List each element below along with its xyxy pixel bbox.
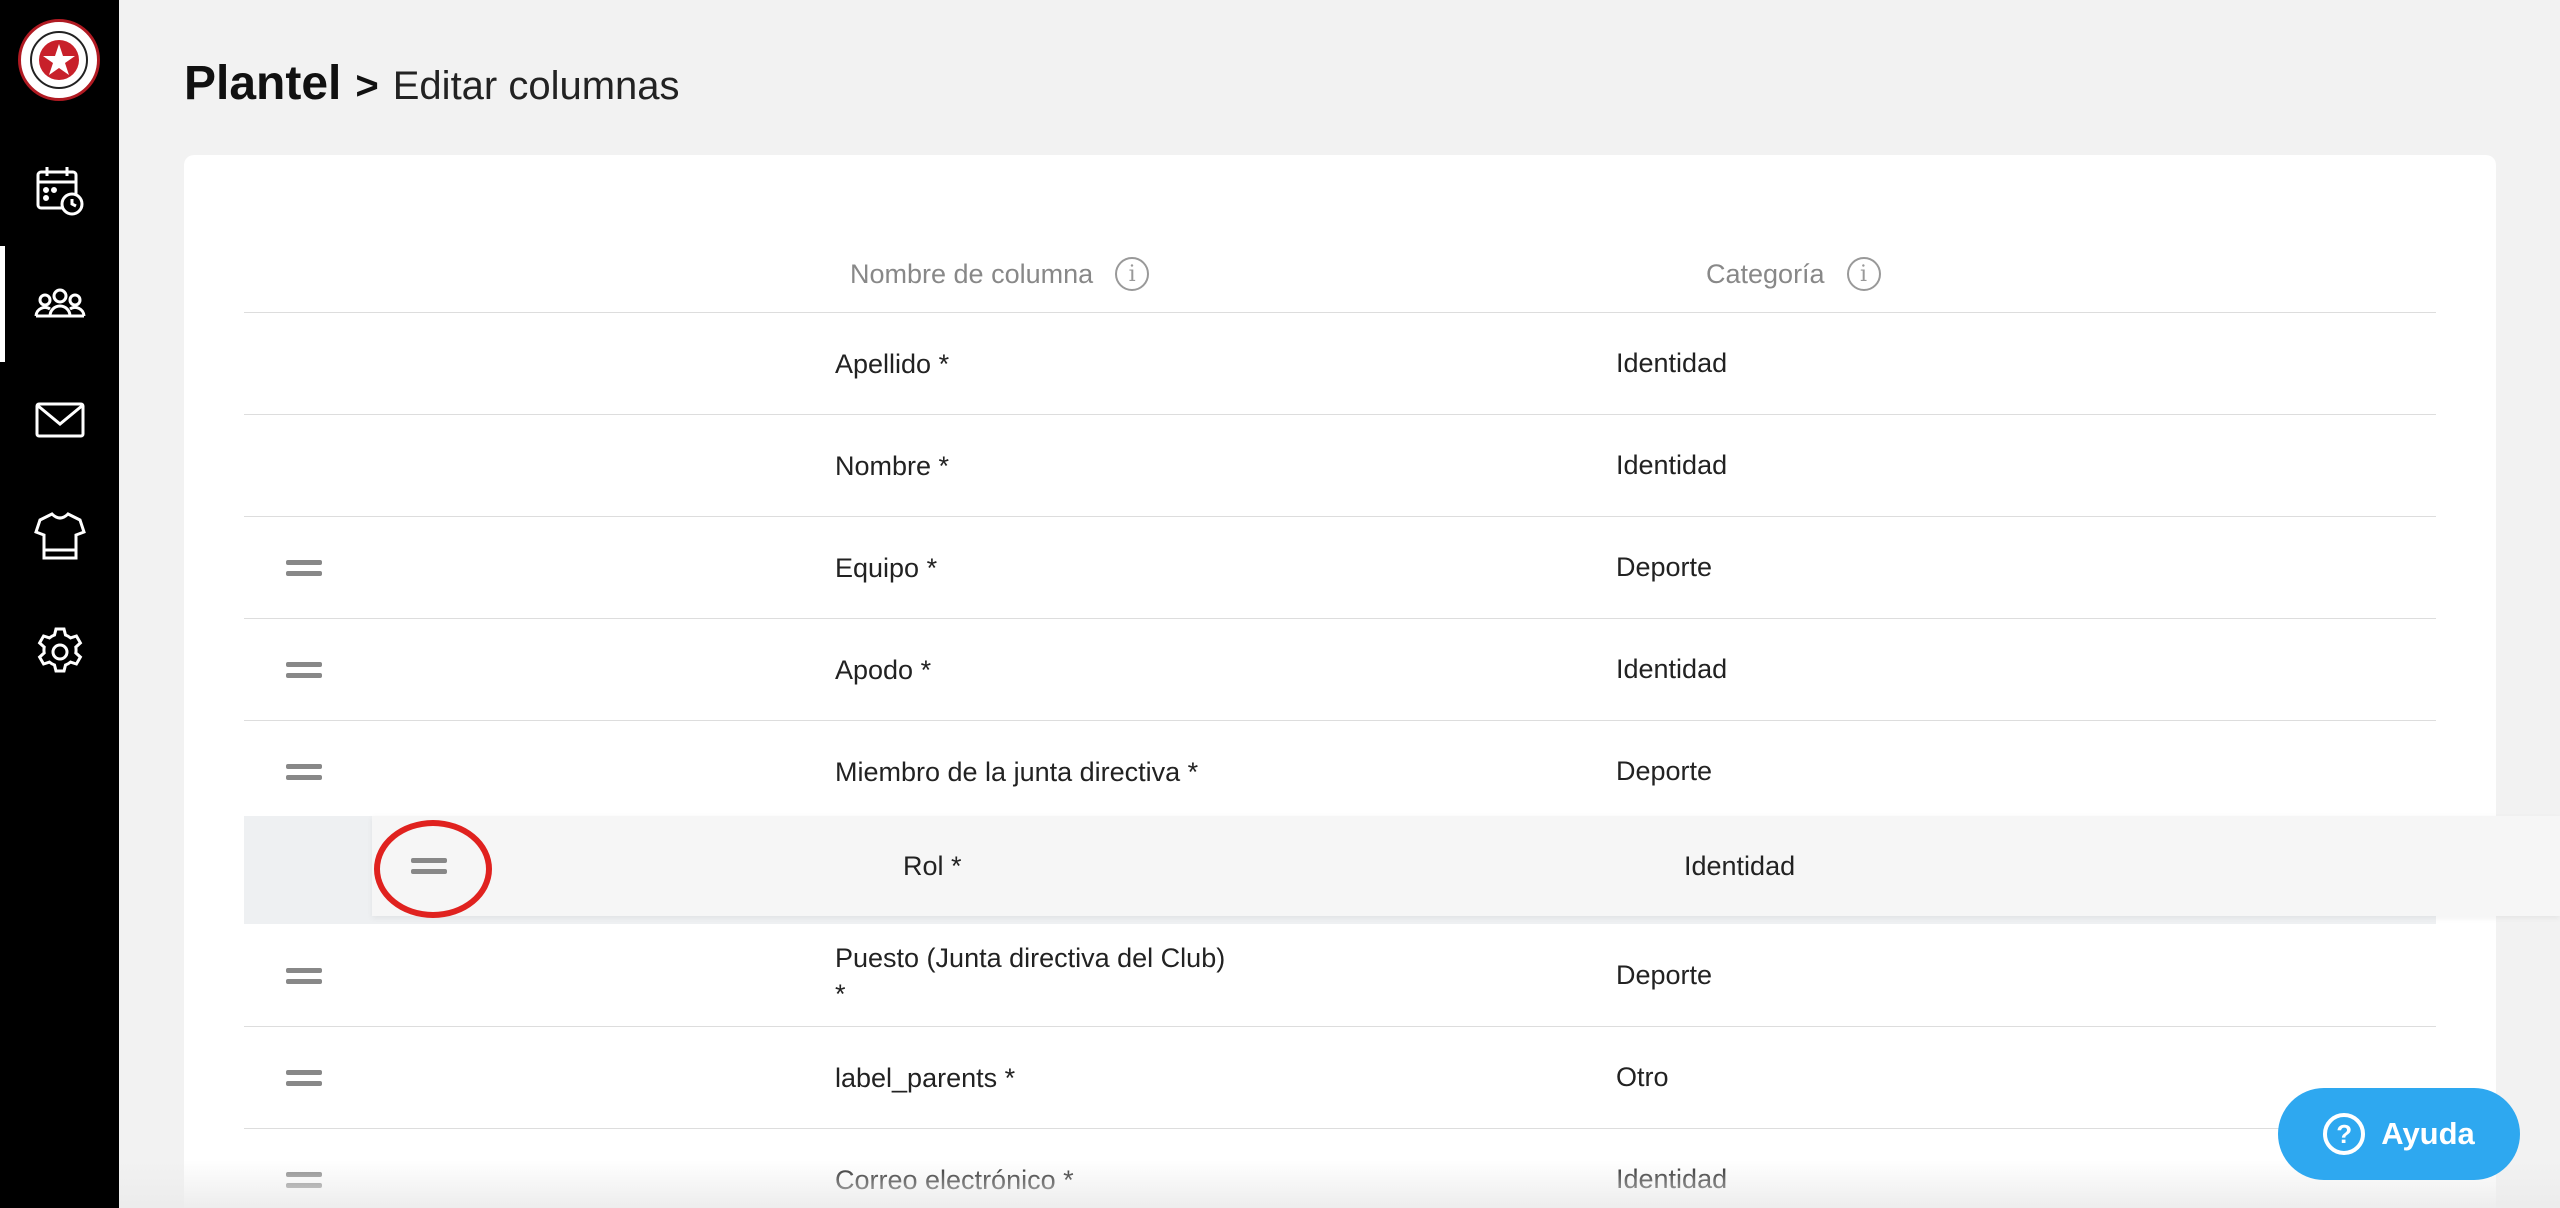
breadcrumb-separator: >	[355, 64, 379, 108]
highlight-ring	[374, 820, 492, 918]
drag-handle-icon[interactable]	[286, 1068, 322, 1088]
nav-settings[interactable]	[0, 594, 119, 710]
column-name: label_parents *	[835, 1062, 1016, 1093]
club-crest-icon	[30, 31, 88, 89]
header-column-name: Nombre de columna i	[850, 235, 1150, 313]
header-category: Categoría i	[1706, 235, 1881, 313]
column-category: Identidad	[1616, 654, 1728, 684]
info-icon[interactable]: i	[1115, 257, 1150, 291]
dragging-row[interactable]: Rol * Identidad	[372, 816, 2560, 916]
column-name: Puesto (Junta directiva del Club) *	[835, 942, 1226, 1009]
calendar-clock-icon	[36, 167, 83, 216]
nav-team[interactable]	[0, 246, 119, 362]
table-row: Miembro de la junta directiva * Deporte	[244, 721, 2436, 823]
table-row: Equipo * Deporte	[244, 517, 2436, 619]
column-category: Identidad	[1616, 1164, 1728, 1194]
column-category: Identidad	[1616, 348, 1728, 378]
columns-card: Nombre de columna i Categoría i Apellido…	[184, 155, 2496, 1208]
column-name: Rol *	[903, 851, 962, 881]
drag-handle-icon[interactable]	[286, 966, 322, 986]
club-logo[interactable]	[18, 19, 100, 101]
column-name: Apodo *	[835, 654, 932, 685]
drag-handle-icon[interactable]	[286, 762, 322, 782]
help-icon: ?	[2323, 1113, 2366, 1155]
table-row: Nombre * Identidad	[244, 415, 2436, 517]
table-row: Puesto (Junta directiva del Club) * Depo…	[244, 925, 2436, 1027]
sidebar	[0, 0, 119, 1208]
column-category: Identidad	[1684, 850, 1796, 881]
gear-icon	[37, 627, 82, 673]
breadcrumb-root[interactable]: Plantel	[184, 56, 341, 111]
column-name: Correo electrónico *	[835, 1164, 1074, 1195]
column-name: Nombre *	[835, 450, 950, 481]
help-button-label: Ayuda	[2381, 1116, 2475, 1151]
info-icon[interactable]: i	[1846, 257, 1881, 291]
column-name: Equipo *	[835, 552, 938, 583]
drag-handle-icon[interactable]	[286, 660, 322, 680]
page-title: Editar columnas	[392, 64, 680, 108]
column-category: Deporte	[1616, 960, 1713, 990]
nav-equipment[interactable]	[0, 478, 119, 594]
column-category: Otro	[1616, 1062, 1669, 1092]
column-name: Apellido *	[835, 348, 950, 379]
drag-handle-icon[interactable]	[286, 558, 322, 578]
nav-calendar[interactable]	[0, 132, 119, 248]
table-row: Apodo * Identidad	[244, 619, 2436, 721]
table-header: Nombre de columna i Categoría i	[244, 235, 2436, 313]
nav-messages[interactable]	[0, 362, 119, 478]
drag-handle-icon[interactable]	[286, 1170, 322, 1190]
table-row: Correo electrónico * Identidad	[244, 1129, 2436, 1208]
breadcrumb: Plantel > Editar columnas	[184, 56, 680, 116]
mail-icon	[35, 402, 84, 438]
header-category-label: Categoría	[1706, 258, 1825, 289]
column-category: Deporte	[1616, 756, 1713, 786]
table-row: Apellido * Identidad	[244, 313, 2436, 415]
column-category: Identidad	[1616, 450, 1728, 480]
column-category: Deporte	[1616, 552, 1713, 582]
team-icon	[34, 288, 85, 318]
column-name: Miembro de la junta directiva *	[835, 756, 1199, 787]
table-row: label_parents * Otro	[244, 1027, 2436, 1129]
jersey-icon	[33, 512, 86, 560]
header-column-name-label: Nombre de columna	[850, 258, 1094, 289]
help-button[interactable]: ? Ayuda	[2278, 1088, 2520, 1180]
